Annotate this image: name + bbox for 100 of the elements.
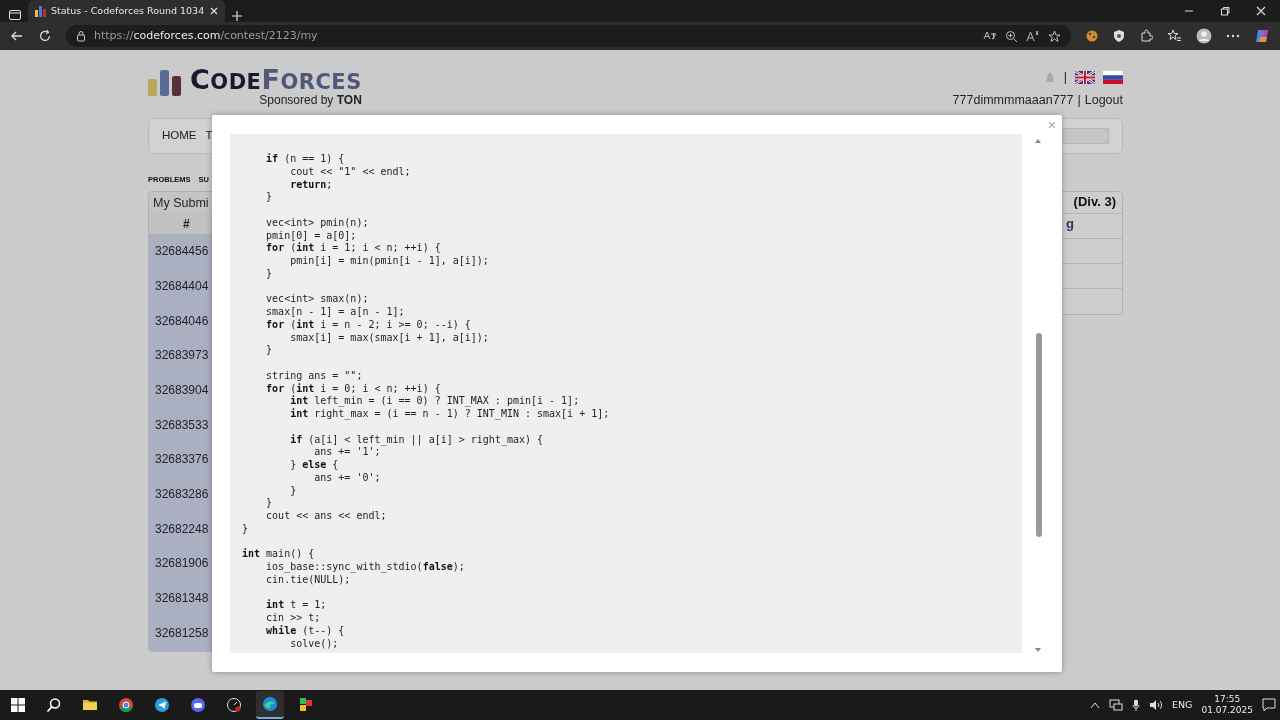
code-line: ans += '0'; [313,471,382,485]
code-line: int right_max = (i == n - 1) ? INT_MIN : smax[i + 1]; [289,408,611,421]
copilot-icon[interactable] [1254,28,1270,44]
scroll-down-icon[interactable] [1034,648,1042,653]
menu-link[interactable]: T [205,127,213,145]
code-line: cout << "1" << endl; [289,165,412,179]
code-line: vec<int> smax(n); [265,293,370,306]
code-line: if (n == 1) { [265,153,346,166]
separator-text: | [1063,69,1067,86]
bar-chart-logo-icon [148,68,184,96]
restore-icon[interactable] [1220,6,1230,16]
code-line: ans += '1'; [313,446,382,459]
code-line: ios_base::sync_with_stdio(false); [265,561,466,574]
translate-icon[interactable] [983,30,997,42]
browser-tab[interactable]: Status - Codeforces Round 1034 [28,0,226,22]
code-line: } [265,344,274,357]
submission-link[interactable]: 32683533 [155,417,209,432]
code-line: } [242,522,250,536]
code-line: cout << ans << endl; [265,510,388,523]
code-line: cin.tie(NULL); [265,573,352,587]
folder-icon[interactable] [82,697,98,713]
submission-link[interactable]: 32684046 [155,313,209,328]
address-bar[interactable]: https://codeforces.com/contest/2123/my [66,25,1071,47]
microphone-icon[interactable] [1132,699,1140,711]
code-line: } [265,191,274,204]
submission-link[interactable]: 32682248 [155,521,209,536]
code-line: while (t--) { [265,624,346,638]
back-icon[interactable] [10,29,24,43]
code-line: if (a[i] < left_min || a[i] > right_max) { [289,433,545,447]
code-line: pmin[i] = min(pmin[i - 1], a[i]); [289,255,490,268]
code-line: } [289,484,298,498]
username-link[interactable]: 777dimmmmaaan777 [952,90,1074,110]
code-line: for (int i = n - 2; i >= 0; --i) { [265,318,472,332]
speaker-icon[interactable] [1149,699,1163,711]
menu-link[interactable]: HOME [162,127,197,145]
code-line: } else { [289,459,340,472]
submission-link[interactable]: 32681906 [155,556,209,571]
close-icon[interactable] [1256,6,1266,16]
submission-link[interactable]: 32683904 [155,383,209,397]
close-icon[interactable] [209,6,220,16]
star-icon[interactable] [1048,29,1061,43]
browser-wave-icon[interactable] [262,696,278,712]
read-aloud-icon[interactable] [1026,30,1040,42]
table-title: My Submi [153,196,209,211]
reload-icon[interactable] [38,29,52,43]
bar-chart-icon [34,5,46,17]
clock-time[interactable]: 17:55 [1201,694,1253,705]
zoom-icon[interactable] [1005,29,1018,43]
url-text: https://codeforces.com/contest/2123/my [94,27,318,44]
site-logo[interactable]: CODEFORCES [190,68,362,94]
code-line: int t = 1; [265,599,328,612]
submission-link[interactable]: 32681348 [155,591,209,606]
submission-link[interactable]: 32683376 [155,452,209,467]
code-line: int left_min = (i == 0) ? INT_MAX : pmin[i - 1]; [289,395,581,408]
russia-flag-icon[interactable] [1103,70,1123,84]
code-line: vec<int> pmin(n); [265,216,370,230]
submission-link[interactable]: 32683286 [155,487,209,502]
chrome-icon[interactable] [118,697,134,713]
code-line: smax[n - 1] = a[n - 1]; [265,306,406,319]
submission-link[interactable]: 32683973 [155,348,209,363]
speedometer-icon[interactable] [226,697,242,713]
lock-icon [76,30,86,42]
code-line: string ans = ""; [265,369,364,383]
sponsor-text: Sponsored by TON [258,94,362,107]
network-icon[interactable] [1109,699,1123,711]
search-field[interactable] [1059,128,1109,144]
submission-link[interactable]: 32681258 [155,625,209,640]
logout-link[interactable]: Logout [1084,90,1123,110]
separator-text: | [1077,91,1081,109]
code-line: } [265,267,274,281]
windows-icon[interactable] [10,697,26,713]
language-indicator[interactable]: ENG [1172,697,1193,713]
chevron-up-icon[interactable] [1090,701,1100,709]
tab-title: Status - Codeforces Round 1034 [51,3,205,18]
code-line: for (int i = 1; i < n; ++i) { [265,242,442,255]
code-line: int main() { [242,548,316,561]
code-line: cin >> t; [265,612,322,625]
scrollbar-thumb[interactable] [1036,333,1042,537]
favorites-icon[interactable] [1167,29,1182,43]
colored-squares-icon[interactable] [298,697,314,713]
search-icon[interactable] [46,697,62,713]
shield-icon[interactable] [1113,29,1125,43]
puzzle-icon[interactable] [1139,29,1153,43]
notification-icon[interactable] [1262,698,1276,712]
more-icon[interactable] [1226,34,1240,38]
tab-actions-icon[interactable] [8,8,22,22]
uk-flag-icon[interactable] [1075,70,1095,84]
submission-link[interactable]: 32684456 [155,244,209,259]
code-line: return; [289,178,334,192]
avatar-icon[interactable] [1196,28,1212,44]
paper-plane-icon[interactable] [154,697,170,713]
clock-date[interactable]: 01.07.2025 [1201,705,1253,716]
code-line: solve(); [289,637,340,651]
cookie-icon[interactable] [1085,29,1099,43]
submission-link[interactable]: 32684404 [155,278,209,293]
code-line: for (int i = 0; i < n; ++i) { [265,382,442,395]
scroll-up-icon[interactable] [1034,138,1042,143]
code-line: } [265,497,274,510]
code-line: smax[i] = max(smax[i + 1], a[i]); [289,331,490,345]
new-tab-icon[interactable] [231,10,244,22]
